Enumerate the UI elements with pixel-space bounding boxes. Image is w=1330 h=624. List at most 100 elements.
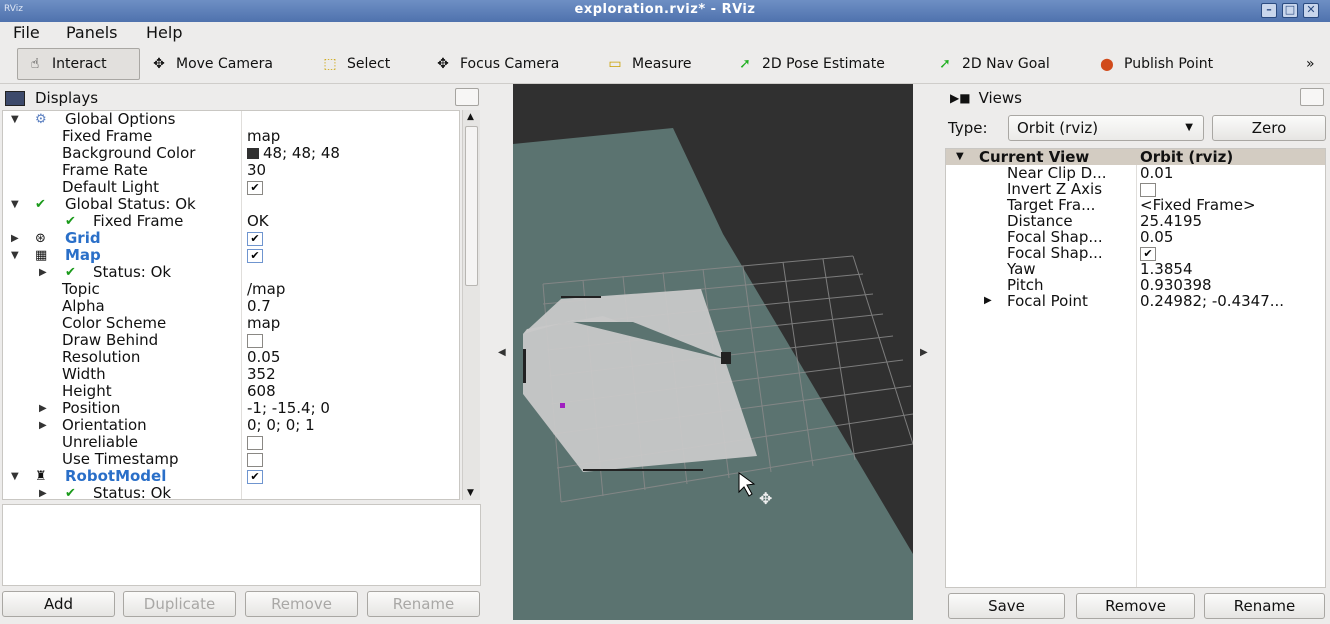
- type-label: Type:: [948, 119, 988, 137]
- hand-pointer-icon: ☝: [30, 56, 40, 72]
- close-icon[interactable]: ✕: [1303, 3, 1319, 18]
- tree-row-draw-behind[interactable]: Draw Behind: [3, 332, 459, 349]
- tree-row-map-status[interactable]: ▶ ✔ Status: Ok: [3, 264, 459, 281]
- tool-2d-nav-goal-label: 2D Nav Goal: [962, 56, 1050, 72]
- minimize-icon[interactable]: –: [1261, 3, 1277, 18]
- collapse-left-icon[interactable]: ◀: [498, 347, 506, 358]
- rename-display-button[interactable]: Rename: [367, 591, 480, 617]
- menu-file[interactable]: File: [13, 23, 40, 42]
- tree-row-color-scheme[interactable]: Color Scheme map: [3, 315, 459, 332]
- scene-render: ✥: [513, 128, 913, 620]
- tree-row-topic[interactable]: Topic /map: [3, 281, 459, 298]
- remove-view-button[interactable]: Remove: [1076, 593, 1195, 619]
- scroll-up-icon[interactable]: ▲: [467, 112, 474, 122]
- view-type-select[interactable]: Orbit (rviz) ▼: [1008, 115, 1204, 141]
- tool-2d-nav-goal[interactable]: ➚ 2D Nav Goal: [928, 48, 1056, 80]
- tree-row-use-timestamp[interactable]: Use Timestamp: [3, 451, 459, 468]
- tree-row-background-color[interactable]: Background Color 48; 48; 48: [3, 145, 459, 162]
- tree-row-robot-model[interactable]: ▼ ♜ RobotModel ✔: [3, 468, 459, 485]
- tool-move-camera[interactable]: ✥ Move Camera: [142, 48, 279, 80]
- views-undock-button[interactable]: [1300, 88, 1324, 106]
- view-row-pitch[interactable]: Pitch 0.930398: [946, 277, 1325, 293]
- check-icon: ✔: [65, 486, 76, 500]
- view-row-invert-z[interactable]: Invert Z Axis: [946, 181, 1325, 197]
- nav-goal-arrow-icon: ➚: [939, 56, 951, 72]
- menu-panels[interactable]: Panels: [66, 23, 118, 42]
- map-icon: ▦: [35, 248, 48, 263]
- tool-focus-camera[interactable]: ✥ Focus Camera: [426, 48, 565, 80]
- tool-measure[interactable]: ▭ Measure: [598, 48, 698, 80]
- check-icon: ✔: [35, 197, 46, 212]
- view-row-distance[interactable]: Distance 25.4195: [946, 213, 1325, 229]
- scroll-down-icon[interactable]: ▼: [467, 488, 474, 498]
- monitor-icon: [5, 90, 25, 106]
- window-title: exploration.rviz* - RViz: [574, 2, 756, 17]
- tree-row-map[interactable]: ▼ ▦ Map ✔: [3, 247, 459, 264]
- displays-title: Displays: [35, 89, 99, 107]
- robot-model-enabled-checkbox[interactable]: ✔: [247, 469, 263, 484]
- title-bar: RViz exploration.rviz* - RViz – □ ✕: [0, 0, 1330, 22]
- invert-z-checkbox[interactable]: [1140, 182, 1156, 197]
- tool-select-label: Select: [347, 56, 391, 72]
- check-icon: ✔: [65, 214, 76, 229]
- tool-select[interactable]: ⬚ Select: [313, 48, 396, 80]
- view-row-focal-shape-size[interactable]: Focal Shap... 0.05: [946, 229, 1325, 245]
- unreliable-checkbox[interactable]: [247, 435, 263, 450]
- rename-view-button[interactable]: Rename: [1204, 593, 1325, 619]
- save-view-button[interactable]: Save: [948, 593, 1065, 619]
- displays-undock-button[interactable]: [455, 88, 479, 106]
- add-display-button[interactable]: Add: [2, 591, 115, 617]
- tree-row-global-status[interactable]: ▼ ✔ Global Status: Ok: [3, 196, 459, 213]
- tree-row-orientation[interactable]: ▶ Orientation 0; 0; 0; 1: [3, 417, 459, 434]
- displays-tree[interactable]: ▼ ⚙ Global Options Fixed Frame map Backg…: [2, 110, 460, 500]
- robot-icon: ♜: [35, 469, 47, 484]
- select-box-icon: ⬚: [323, 56, 337, 72]
- duplicate-display-button[interactable]: Duplicate: [123, 591, 236, 617]
- view-row-focal-point[interactable]: ▶ Focal Point 0.24982; -0.4347...: [946, 293, 1325, 309]
- tree-row-fixed-frame-status[interactable]: ✔ Fixed Frame OK: [3, 213, 459, 230]
- tree-row-width[interactable]: Width 352: [3, 366, 459, 383]
- toolbar-overflow-button[interactable]: »: [1300, 48, 1321, 80]
- default-light-checkbox[interactable]: ✔: [247, 180, 263, 195]
- views-title: Views: [978, 89, 1022, 107]
- tree-row-fixed-frame[interactable]: Fixed Frame map: [3, 128, 459, 145]
- remove-display-button[interactable]: Remove: [245, 591, 358, 617]
- tool-publish-point-label: Publish Point: [1124, 56, 1214, 72]
- tree-row-grid[interactable]: ▶ ⊛ Grid ✔: [3, 230, 459, 247]
- view-row-target-frame[interactable]: Target Fra... <Fixed Frame>: [946, 197, 1325, 213]
- tree-row-height[interactable]: Height 608: [3, 383, 459, 400]
- map-enabled-checkbox[interactable]: ✔: [247, 248, 263, 263]
- collapse-right-icon[interactable]: ▶: [920, 347, 928, 358]
- draw-behind-checkbox[interactable]: [247, 333, 263, 348]
- menu-help[interactable]: Help: [146, 23, 182, 42]
- view-type-value: Orbit (rviz): [1017, 119, 1099, 137]
- tree-row-position[interactable]: ▶ Position -1; -15.4; 0: [3, 400, 459, 417]
- tool-interact[interactable]: ☝ Interact: [17, 48, 140, 80]
- tool-publish-point[interactable]: ⬤ Publish Point: [1090, 48, 1219, 80]
- tree-row-resolution[interactable]: Resolution 0.05: [3, 349, 459, 366]
- tree-row-robot-status[interactable]: ▶ ✔ Status: Ok: [3, 485, 459, 500]
- tool-bar: ☝ Interact ✥ Move Camera ⬚ Select ✥ Focu…: [0, 44, 1330, 84]
- focal-shape-checkbox[interactable]: ✔: [1140, 246, 1156, 261]
- view-row-yaw[interactable]: Yaw 1.3854: [946, 261, 1325, 277]
- grid-enabled-checkbox[interactable]: ✔: [247, 231, 263, 246]
- current-view-row[interactable]: ▼ Current View Orbit (rviz): [946, 149, 1325, 165]
- displays-scrollbar[interactable]: ▲ ▼: [462, 110, 480, 500]
- zero-view-button[interactable]: Zero: [1212, 115, 1326, 141]
- displays-header: Displays: [5, 87, 98, 109]
- check-icon: ✔: [65, 265, 76, 280]
- displays-scroll-thumb[interactable]: [465, 126, 478, 286]
- description-box: [2, 504, 481, 586]
- tree-row-alpha[interactable]: Alpha 0.7: [3, 298, 459, 315]
- view-row-focal-shape-fixed[interactable]: Focal Shap... ✔: [946, 245, 1325, 261]
- render-viewport[interactable]: ✥: [513, 84, 913, 620]
- views-tree[interactable]: ▼ Current View Orbit (rviz) Near Clip D.…: [945, 148, 1326, 588]
- use-timestamp-checkbox[interactable]: [247, 452, 263, 467]
- view-row-near-clip[interactable]: Near Clip D... 0.01: [946, 165, 1325, 181]
- tree-row-default-light[interactable]: Default Light ✔: [3, 179, 459, 196]
- tool-2d-pose-estimate[interactable]: ➚ 2D Pose Estimate: [728, 48, 891, 80]
- tree-row-unreliable[interactable]: Unreliable: [3, 434, 459, 451]
- tree-row-frame-rate[interactable]: Frame Rate 30: [3, 162, 459, 179]
- tree-row-global-options[interactable]: ▼ ⚙ Global Options: [3, 111, 459, 128]
- maximize-icon[interactable]: □: [1282, 3, 1298, 18]
